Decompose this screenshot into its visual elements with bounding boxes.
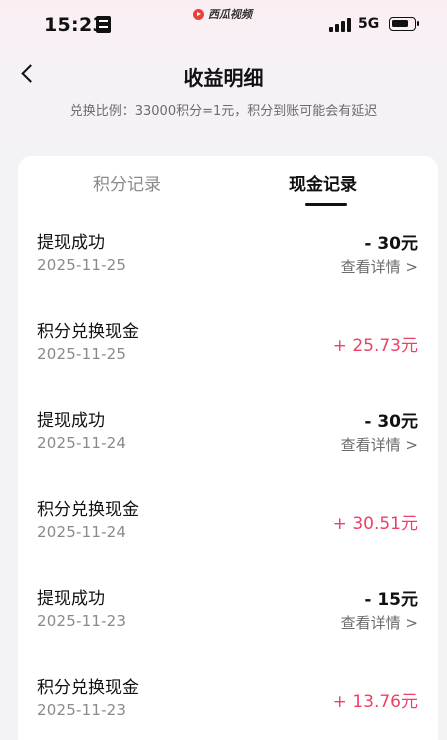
page-title: 收益明细 (183, 66, 264, 90)
record-amount: + 25.73元 (332, 336, 418, 356)
list-item: 提现成功 2025-11-24 - 30元 查看详情 > (18, 400, 438, 489)
tab-points-records[interactable]: 积分记录 (93, 170, 161, 195)
record-date: 2025-11-24 (37, 434, 127, 452)
signal-icon (329, 18, 353, 32)
notification: 西瓜视频 (193, 6, 252, 22)
active-tab-indicator (305, 203, 347, 206)
network-type: 5G (358, 16, 380, 32)
records-card: 积分记录 现金记录 提现成功 2025-11-25 - 30元 查看详情 > 积… (18, 156, 438, 740)
tab-cash-records[interactable]: 现金记录 (289, 170, 357, 195)
record-date: 2025-11-23 (37, 701, 127, 719)
notification-app-name: 西瓜视频 (208, 8, 252, 21)
records-list: 提现成功 2025-11-25 - 30元 查看详情 > 积分兑换现金 2025… (18, 222, 438, 740)
page: 15:23 西瓜视频 5G 收益明细 兑换比例：33000积分=1元，积分到账可… (0, 0, 447, 740)
record-title: 积分兑换现金 (37, 322, 139, 342)
view-details-link[interactable]: 查看详情 > (341, 256, 418, 277)
record-date: 2025-11-25 (37, 345, 127, 363)
battery-icon (389, 17, 419, 31)
view-details-link[interactable]: 查看详情 > (341, 434, 418, 455)
xigua-video-icon (193, 8, 204, 20)
record-amount: - 30元 (364, 234, 418, 254)
record-amount: + 30.51元 (332, 514, 418, 534)
record-date: 2025-11-25 (37, 256, 127, 274)
record-title: 积分兑换现金 (37, 678, 139, 698)
record-amount: - 30元 (364, 412, 418, 432)
record-date: 2025-11-24 (37, 523, 127, 541)
tab-bar: 积分记录 现金记录 (18, 156, 438, 208)
list-item: 提现成功 2025-11-23 - 15元 查看详情 > (18, 578, 438, 667)
status-bar: 15:23 西瓜视频 5G (0, 0, 447, 50)
record-title: 积分兑换现金 (37, 500, 139, 520)
record-title: 提现成功 (37, 233, 105, 253)
record-title: 提现成功 (37, 589, 105, 609)
list-item: 积分兑换现金 2025-11-24 + 30.51元 (18, 489, 438, 578)
record-title: 提现成功 (37, 411, 105, 431)
list-item: 积分兑换现金 2025-11-23 + 13.76元 (18, 667, 438, 740)
list-item: 提现成功 2025-11-25 - 30元 查看详情 > (18, 222, 438, 311)
record-amount: - 15元 (364, 590, 418, 610)
view-details-link[interactable]: 查看详情 > (341, 612, 418, 633)
sim-card-icon (96, 16, 111, 33)
record-amount: + 13.76元 (332, 692, 418, 712)
record-date: 2025-11-23 (37, 612, 127, 630)
list-item: 积分兑换现金 2025-11-25 + 25.73元 (18, 311, 438, 400)
exchange-rate-note: 兑换比例：33000积分=1元，积分到账可能会有延迟 (69, 104, 378, 119)
